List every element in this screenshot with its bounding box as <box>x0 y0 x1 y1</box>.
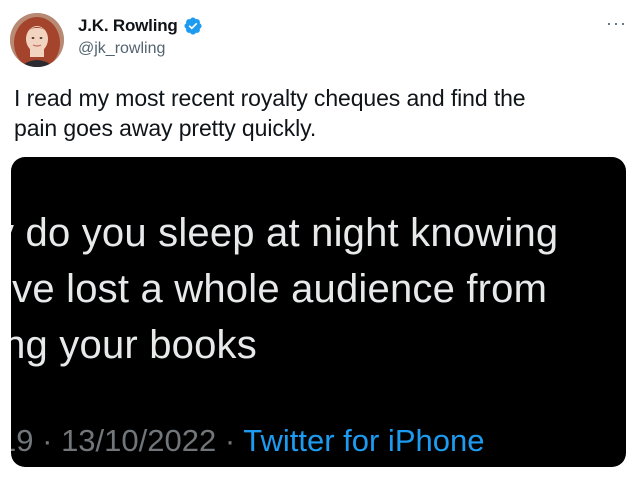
author-display-name[interactable]: J.K. Rowling <box>78 16 178 36</box>
screenshot-meta: 19 · 13/10/2022 · Twitter for iPhone <box>11 421 484 461</box>
screenshot-text-line: i’ve lost a whole audience from <box>11 267 548 311</box>
tweet-text-line: pain goes away pretty quickly. <box>14 115 317 141</box>
meta-separator: · <box>224 423 236 458</box>
more-options-icon[interactable]: ··· <box>606 14 627 32</box>
screenshot-text-line: v do you sleep at night knowing <box>11 211 559 255</box>
screenshot-date: 13/10/2022 <box>61 423 217 458</box>
meta-separator: · <box>42 423 53 458</box>
screenshot-source-link: Twitter for iPhone <box>243 423 485 458</box>
avatar-image <box>10 13 64 67</box>
screenshot-time: 19 <box>11 423 34 458</box>
tweet-text: I read my most recent royalty cheques an… <box>14 83 614 143</box>
attached-image[interactable]: v do you sleep at night knowing i’ve los… <box>11 157 626 467</box>
verified-badge-icon <box>183 16 203 36</box>
screenshot-text: v do you sleep at night knowing i’ve los… <box>11 205 626 373</box>
tweet-card: J.K. Rowling @jk_rowling ··· I read my m… <box>0 0 640 480</box>
tweet-text-line: I read my most recent royalty cheques an… <box>14 85 526 111</box>
screenshot-text-line: ing your books <box>11 323 257 367</box>
author-name-row: J.K. Rowling <box>78 15 203 37</box>
avatar[interactable] <box>10 13 64 67</box>
author-handle[interactable]: @jk_rowling <box>78 40 165 58</box>
